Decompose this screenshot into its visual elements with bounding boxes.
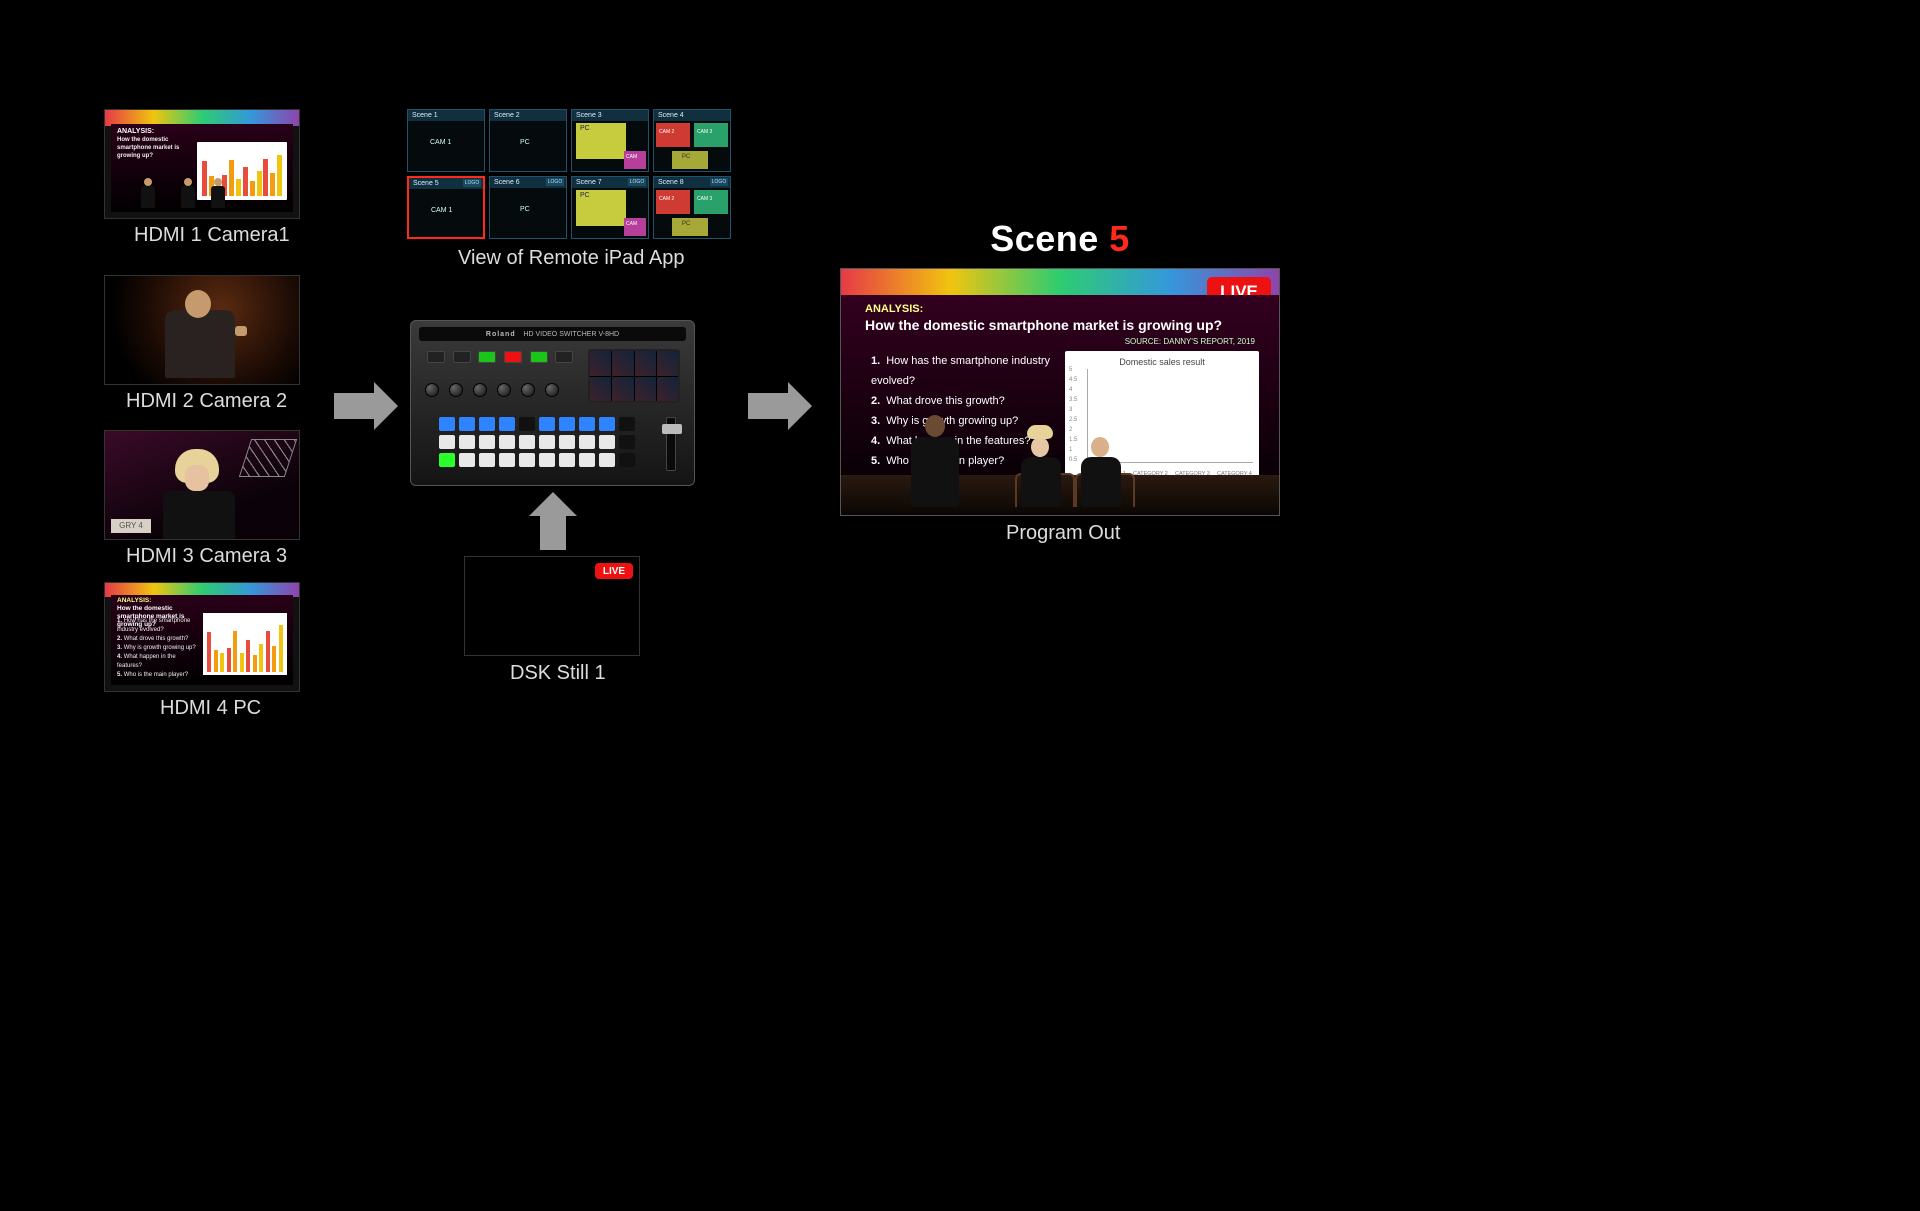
slide-question: How the domestic smartphone market is gr…	[865, 317, 1255, 333]
slide-source: SOURCE: DANNY'S REPORT, 2019	[1125, 337, 1255, 346]
scene-2[interactable]: Scene 2 PC	[489, 109, 567, 172]
arrow-inputs-to-switcher	[334, 382, 398, 430]
arrow-switcher-to-program	[748, 382, 812, 430]
dsk-live-badge: LIVE	[595, 563, 633, 579]
source-hdmi3-thumb: GRY 4	[104, 430, 300, 540]
program-caption: Program Out	[1006, 522, 1120, 545]
source-hdmi1-thumb: ANALYSIS: How the domestic smartphone ma…	[104, 109, 300, 219]
slide-section: ANALYSIS:	[117, 128, 193, 136]
scene-3[interactable]: Scene 3 PC CAM	[571, 109, 649, 172]
scene-5-logo: LOGO	[463, 179, 481, 187]
ipad-scene-grid: Scene 1 CAM 1 Scene 2 PC Scene 3 PC CAM …	[407, 109, 731, 239]
scene-8-logo: LOGO	[710, 178, 728, 186]
hdmi3-tag: GRY 4	[111, 519, 151, 533]
dsk-still-box: LIVE	[464, 556, 640, 656]
source-hdmi3-label: HDMI 3 Camera 3	[126, 545, 287, 568]
slide-section-label: ANALYSIS:	[865, 303, 923, 315]
device-multiview-lcd	[588, 349, 680, 403]
scene-8[interactable]: Scene 8 LOGO CAM 2 CAM 3 PC	[653, 176, 731, 239]
program-title-prefix: Scene	[990, 218, 1109, 259]
device-knobs	[425, 383, 559, 397]
source-hdmi1-label: HDMI 1 Camera1	[134, 224, 290, 247]
scene-6-logo: LOGO	[546, 178, 564, 186]
program-out-view: LIVE ANALYSIS: How the domestic smartpho…	[840, 268, 1280, 516]
ipad-caption: View of Remote iPad App	[458, 247, 684, 270]
scene-4[interactable]: Scene 4 CAM 2 CAM 3 PC	[653, 109, 731, 172]
scene-3-header: Scene 3	[572, 110, 648, 121]
source-hdmi4-label: HDMI 4 PC	[160, 697, 261, 720]
program-people	[911, 417, 1159, 507]
hdmi4-chart	[203, 613, 287, 675]
signal-flow-diagram: ANALYSIS: How the domestic smartphone ma…	[0, 0, 1920, 1211]
device-pad-grid	[439, 417, 635, 467]
source-hdmi2-thumb	[104, 275, 300, 385]
arrow-dsk-to-switcher	[529, 492, 577, 550]
scene-4-header: Scene 4	[654, 110, 730, 121]
device-model: HD VIDEO SWITCHER V-8HD	[523, 331, 619, 338]
source-hdmi2-label: HDMI 2 Camera 2	[126, 390, 287, 413]
slide-question-mini: How the domestic smartphone market is gr…	[117, 136, 193, 160]
program-scene-title: Scene 5	[840, 218, 1280, 260]
scene-6[interactable]: Scene 6 LOGO PC	[489, 176, 567, 239]
device-brand: Roland	[486, 331, 516, 338]
scene-1[interactable]: Scene 1 CAM 1	[407, 109, 485, 172]
scene-2-header: Scene 2	[490, 110, 566, 121]
program-title-num: 5	[1109, 218, 1130, 259]
scene-7-logo: LOGO	[628, 178, 646, 186]
hdmi4-bullets: 1. How has the smartphone industry evolv…	[117, 617, 201, 680]
chart-title: Domestic sales result	[1071, 357, 1253, 367]
scene-1-header: Scene 1	[408, 110, 484, 121]
device-tbar	[666, 417, 676, 471]
scene-5[interactable]: Scene 5 LOGO CAM 1	[407, 176, 485, 239]
source-hdmi4-thumb: ANALYSIS: How the domestic smartphone ma…	[104, 582, 300, 692]
device-top-buttons	[427, 351, 577, 363]
scene-7[interactable]: Scene 7 LOGO PC CAM	[571, 176, 649, 239]
video-switcher-device: Roland HD VIDEO SWITCHER V-8HD	[410, 320, 695, 486]
dsk-label: DSK Still 1	[510, 662, 606, 685]
